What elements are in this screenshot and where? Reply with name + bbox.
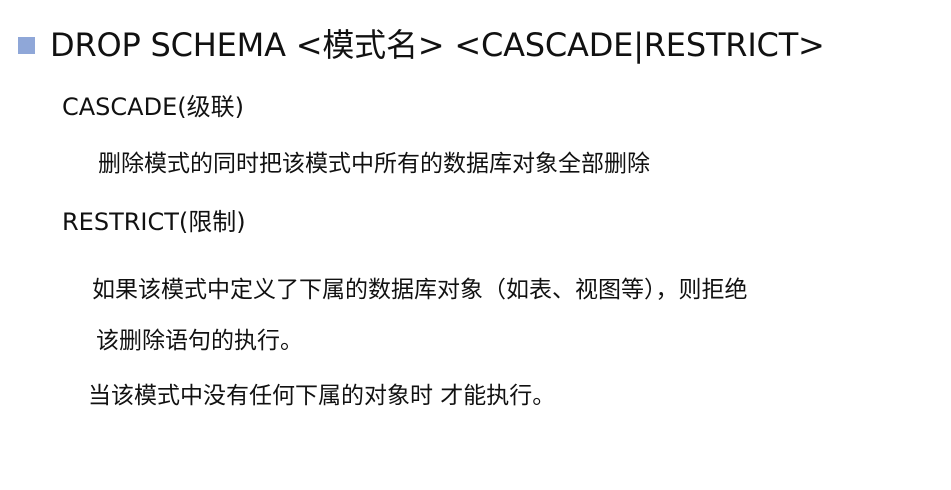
restrict-option-label: RESTRICT(限制) [62, 208, 246, 236]
square-bullet-icon [18, 36, 35, 54]
cascade-description: 删除模式的同时把该模式中所有的数据库对象全部删除 [98, 151, 650, 177]
drop-schema-syntax: DROP SCHEMA <模式名> <CASCADE|RESTRICT> [50, 26, 825, 64]
drop-schema-heading-row: DROP SCHEMA <模式名> <CASCADE|RESTRICT> [18, 20, 943, 70]
restrict-note: 当该模式中没有任何下属的对象时 才能执行。 [88, 383, 556, 409]
restrict-description-line-2: 该删除语句的执行。 [96, 328, 303, 354]
cascade-option-label: CASCADE(级联) [62, 93, 244, 121]
slide: DROP SCHEMA <模式名> <CASCADE|RESTRICT> CAS… [0, 0, 951, 490]
restrict-description-line-1: 如果该模式中定义了下属的数据库对象（如表、视图等），则拒绝 [92, 277, 748, 303]
